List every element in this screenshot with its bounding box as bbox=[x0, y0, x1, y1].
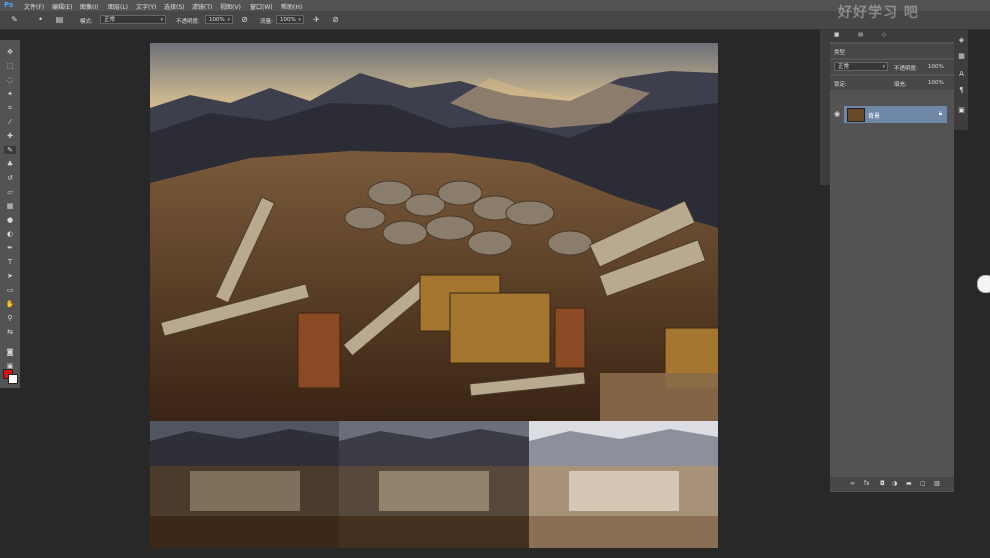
trash-icon[interactable]: ▥ bbox=[934, 480, 940, 487]
link-icon[interactable]: ∞ bbox=[850, 480, 855, 487]
chevron-down-icon: ▾ bbox=[160, 17, 163, 23]
mode-label: 模式: bbox=[80, 19, 93, 25]
menu-view[interactable]: 视图(V) bbox=[220, 2, 241, 11]
crop-tool-icon[interactable]: ⌗ bbox=[4, 104, 16, 112]
layers-panel: ▦ ▤ ◇ 类型 正常 ▾ 不透明度: 100% 锁定: 填充: 100% ◉ … bbox=[830, 30, 954, 492]
thumbnail-2 bbox=[339, 421, 529, 548]
layer-opacity-value[interactable]: 100% bbox=[928, 64, 944, 70]
background-color-swatch[interactable] bbox=[8, 374, 18, 384]
fill-value[interactable]: 100% bbox=[928, 80, 944, 86]
swap-colors-icon[interactable]: ⇆ bbox=[4, 328, 16, 336]
folder-icon[interactable]: ▬ bbox=[906, 480, 912, 487]
menu-image[interactable]: 图像(I) bbox=[80, 2, 98, 11]
history-panel-icon[interactable]: ▣ bbox=[957, 106, 966, 115]
lasso-tool-icon[interactable]: ◌ bbox=[4, 76, 16, 84]
healing-brush-icon[interactable]: ✚ bbox=[4, 132, 16, 140]
adjustment-icon[interactable]: ◑ bbox=[892, 480, 897, 487]
screen-mode-icon[interactable]: ▣ bbox=[4, 362, 16, 370]
lock-icon: 🔒︎ bbox=[938, 110, 942, 117]
shape-icon[interactable]: ▭ bbox=[4, 286, 16, 294]
menu-layer[interactable]: 图层(L) bbox=[108, 2, 128, 11]
quick-select-icon[interactable]: ✦ bbox=[4, 90, 16, 98]
fill-label: 填充: bbox=[894, 82, 907, 88]
chevron-down-icon: ▾ bbox=[882, 64, 885, 70]
flow-value: 100% bbox=[280, 17, 296, 23]
quick-mask-icon[interactable]: ◙ bbox=[4, 348, 16, 356]
tab-channels[interactable]: ▤ bbox=[858, 32, 863, 38]
layer-row-background[interactable]: 背景 🔒︎ bbox=[844, 106, 947, 123]
eraser-icon[interactable]: ▱ bbox=[4, 188, 16, 196]
paragraph-panel-icon[interactable]: ¶ bbox=[957, 86, 966, 95]
thumbnail-3 bbox=[529, 421, 718, 548]
floating-widget[interactable] bbox=[977, 275, 990, 293]
lock-label: 锁定: bbox=[834, 82, 847, 88]
type-icon[interactable]: T bbox=[4, 258, 16, 266]
chevron-down-icon: ▾ bbox=[227, 17, 230, 23]
blend-mode-select[interactable]: 正常 ▾ bbox=[834, 62, 888, 71]
hand-icon[interactable]: ✋ bbox=[4, 300, 16, 308]
kind-filter-label: 类型 bbox=[834, 50, 846, 56]
blur-icon[interactable]: ● bbox=[4, 216, 16, 224]
mode-value: 正常 bbox=[104, 17, 116, 23]
layer-opacity-label: 不透明度: bbox=[894, 66, 918, 72]
brush-preset-icon[interactable]: ✎ bbox=[10, 15, 19, 24]
opacity-label: 不透明度: bbox=[176, 19, 200, 25]
flow-label: 流量: bbox=[260, 19, 273, 25]
menu-window[interactable]: 窗口(W) bbox=[250, 2, 273, 11]
blend-mode-value: 正常 bbox=[838, 64, 850, 70]
gradient-icon[interactable]: ▦ bbox=[4, 202, 16, 210]
layer-name: 背景 bbox=[868, 113, 881, 120]
new-layer-icon[interactable]: ▢ bbox=[920, 480, 926, 487]
marquee-tool-icon[interactable]: ⬚ bbox=[4, 62, 16, 70]
move-tool-icon[interactable]: ✥ bbox=[4, 48, 16, 56]
pressure-size-icon[interactable]: ⊘ bbox=[331, 15, 340, 24]
collapsed-panel-strip[interactable] bbox=[820, 30, 830, 185]
menu-file[interactable]: 文件(F) bbox=[24, 2, 44, 11]
menu-edit[interactable]: 编辑(E) bbox=[52, 2, 72, 11]
character-panel-icon[interactable]: A bbox=[957, 70, 966, 79]
flow-field[interactable]: 100% ▾ bbox=[276, 15, 304, 24]
tab-paths[interactable]: ◇ bbox=[882, 32, 886, 38]
clone-stamp-icon[interactable]: ♣ bbox=[4, 160, 16, 168]
mode-select[interactable]: 正常 ▾ bbox=[100, 15, 166, 24]
layers-panel-tabs: ▦ ▤ ◇ bbox=[830, 30, 954, 42]
layers-footer: ∞ fx ◘ ◑ ▬ ▢ ▥ bbox=[830, 477, 954, 491]
zoom-icon[interactable]: ⚲ bbox=[4, 314, 16, 322]
airbrush-icon[interactable]: ✈ bbox=[312, 15, 321, 24]
blend-row: 正常 ▾ 不透明度: 100% bbox=[830, 60, 954, 74]
path-select-icon[interactable]: ➤ bbox=[4, 272, 16, 280]
layer-filter-row: 类型 bbox=[830, 44, 954, 58]
mask-icon[interactable]: ◘ bbox=[880, 480, 885, 487]
menu-filter[interactable]: 滤镜(T) bbox=[192, 2, 212, 11]
pressure-opacity-icon[interactable]: ⊘ bbox=[240, 15, 249, 24]
fx-icon[interactable]: fx bbox=[864, 480, 870, 487]
document-canvas[interactable] bbox=[150, 43, 718, 548]
brush-panel-icon[interactable]: ▤ bbox=[55, 15, 64, 24]
tools-panel: ✥ ⬚ ◌ ✦ ⌗ ⁄ ✚ ✎ ♣ ↺ ▱ ▦ ● ◐ ✒ T ➤ ▭ ✋ ⚲ … bbox=[0, 40, 20, 388]
chevron-down-icon: ▾ bbox=[298, 17, 301, 23]
opacity-value: 100% bbox=[209, 17, 225, 23]
eyedropper-icon[interactable]: ⁄ bbox=[4, 118, 16, 126]
thumbnail-1 bbox=[150, 421, 339, 548]
pen-icon[interactable]: ✒ bbox=[4, 244, 16, 252]
history-brush-icon[interactable]: ↺ bbox=[4, 174, 16, 182]
color-panel-icon[interactable]: ◈ bbox=[957, 36, 966, 45]
brush-size-icon[interactable]: • bbox=[36, 15, 45, 24]
menu-type[interactable]: 文字(Y) bbox=[136, 2, 156, 11]
menu-select[interactable]: 选择(S) bbox=[164, 2, 185, 11]
app-logo: Ps bbox=[4, 1, 14, 9]
eye-icon[interactable]: ◉ bbox=[834, 110, 840, 118]
dodge-icon[interactable]: ◐ bbox=[4, 230, 16, 238]
watermark: 好好学习 吧 bbox=[838, 5, 919, 21]
tab-layers[interactable]: ▦ bbox=[834, 32, 839, 38]
thumbnail-strip bbox=[150, 421, 718, 548]
swatches-panel-icon[interactable]: ▦ bbox=[957, 52, 966, 61]
opacity-field[interactable]: 100% ▾ bbox=[205, 15, 233, 24]
main-photo bbox=[150, 43, 718, 421]
brush-icon[interactable]: ✎ bbox=[4, 146, 16, 154]
menu-help[interactable]: 帮助(H) bbox=[281, 2, 302, 11]
layer-thumbnail bbox=[847, 108, 865, 122]
lock-row: 锁定: 填充: 100% bbox=[830, 76, 954, 90]
right-panel-dock: ◈ ▦ A ¶ ▣ bbox=[954, 30, 968, 130]
